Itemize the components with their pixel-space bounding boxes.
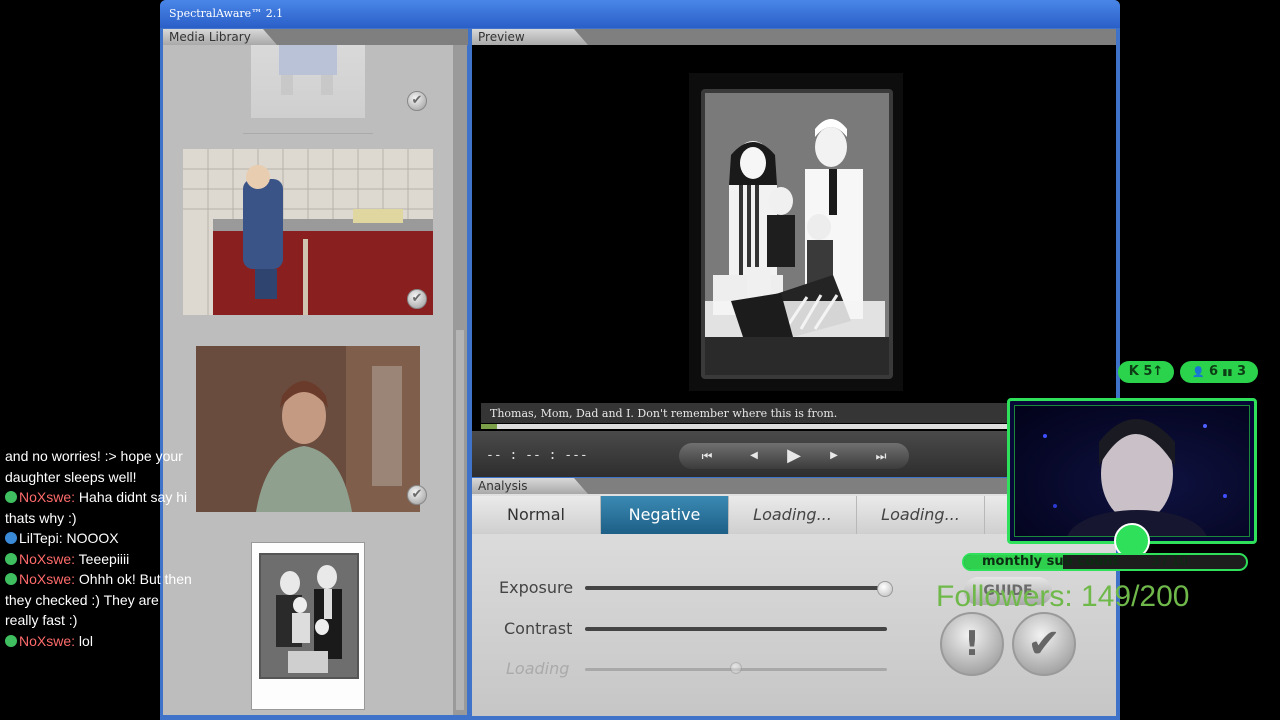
stat-badge: K 5↑	[1118, 361, 1174, 383]
badge-icon	[5, 532, 17, 544]
exclamation-icon: !	[964, 624, 980, 664]
checkmark-icon[interactable]: ✔	[407, 289, 427, 309]
sub-badge-icon	[5, 491, 17, 503]
sub-badge-icon	[5, 552, 17, 565]
stream-chat: and no worries! :> hope your daughter sl…	[5, 446, 195, 651]
rewind-button[interactable]: ⏮	[690, 445, 724, 467]
chat-username: NoXswe:	[19, 571, 76, 587]
checkmark-icon: ✔	[1027, 621, 1061, 667]
sub-goal-label: monthly sub count	[982, 554, 1119, 569]
play-button[interactable]: ▶	[778, 445, 810, 467]
library-item-thumbnail[interactable]	[183, 149, 433, 315]
tab-loading-1[interactable]: Loading...	[729, 496, 857, 534]
library-item-thumbnail[interactable]	[251, 542, 365, 710]
contrast-label: Contrast	[504, 619, 573, 638]
photo-caption: Thomas, Mom, Dad and I. Don't remember w…	[481, 403, 1007, 423]
library-scrollbar-thumb[interactable]	[456, 330, 464, 710]
analysis-tab: Analysis	[472, 478, 588, 494]
arrow-up-icon: ↑	[1152, 364, 1164, 379]
next-button[interactable]: ▶	[820, 445, 848, 467]
tab-loading-2[interactable]: Loading...	[857, 496, 985, 534]
user-icon: 👤	[1191, 367, 1205, 378]
next-icon: ▶	[830, 450, 838, 461]
preview-panel	[472, 45, 1116, 439]
preview-tab: Preview	[472, 29, 588, 45]
sub-badge-icon	[5, 573, 17, 585]
negative-photo	[689, 73, 903, 391]
preview-viewport	[481, 45, 1109, 405]
media-library-tab: Media Library	[163, 29, 277, 45]
divider	[243, 133, 373, 134]
previous-icon: ◀	[750, 450, 758, 461]
followers-goal: Followers: 149/200	[936, 580, 1190, 613]
library-item-thumbnail[interactable]	[196, 346, 420, 512]
alert-button[interactable]: !	[940, 612, 1004, 676]
screen: SpectralAware™ 2.1 Media Library Preview…	[0, 0, 1280, 720]
chat-message: and no worries! :> hope your daughter sl…	[5, 446, 195, 487]
k-icon: K	[1128, 364, 1139, 379]
chat-username: NoXswe:	[19, 550, 76, 567]
confirm-button[interactable]: ✔	[1012, 612, 1076, 676]
checkmark-icon[interactable]: ✔	[407, 91, 427, 111]
tab-negative[interactable]: Negative	[601, 496, 729, 534]
checkmark-icon[interactable]: ✔	[407, 485, 427, 505]
chat-username: NoXswe:	[19, 632, 76, 649]
chat-text: lol	[78, 632, 93, 649]
stat-value: 6	[1208, 364, 1218, 379]
bar-chart-icon: ▮▮	[1222, 368, 1233, 378]
loading-slider-label: Loading	[506, 659, 570, 678]
chat-message: NoXswe: Ohhh ok! But then they checked :…	[5, 569, 195, 631]
sub-goal-bar: monthly sub count 3 / 10	[962, 553, 1248, 571]
window-title: SpectralAware™ 2.1	[160, 0, 1120, 28]
contrast-slider[interactable]	[585, 627, 887, 631]
media-library-list[interactable]: ✔ ✔ ✔	[163, 45, 453, 715]
previous-button[interactable]: ◀	[740, 445, 768, 467]
seek-bar[interactable]	[481, 424, 1007, 429]
chat-username: NoXswe:	[19, 489, 76, 505]
chat-text: NOOOX	[66, 530, 119, 546]
chat-message: NoXswe: lol	[5, 631, 195, 652]
chat-message: NoXswe: Teeepiiii	[5, 549, 195, 570]
sub-badge-icon	[5, 634, 17, 647]
stat-value: 3	[1236, 364, 1247, 379]
exposure-slider[interactable]	[585, 586, 885, 590]
fast-forward-icon: ⏭	[875, 449, 887, 463]
chat-text: Teeepiiii	[78, 550, 130, 567]
tab-normal[interactable]: Normal	[472, 496, 601, 534]
rewind-icon: ⏮	[701, 449, 713, 463]
seek-bar-fill	[481, 424, 497, 429]
loading-slider-handle[interactable]	[730, 662, 742, 674]
stat-badge: 👤 6 ▮▮ 3	[1180, 361, 1258, 383]
timecode: -- : -- : ---	[486, 448, 588, 463]
fast-forward-button[interactable]: ⏭	[864, 445, 898, 467]
chat-text: and no worries! :> hope your daughter sl…	[5, 448, 183, 485]
chat-username: LilTepi:	[19, 530, 63, 546]
chat-message: LilTepi: NOOOX	[5, 528, 195, 549]
chat-message: NoXswe: Haha didnt say hi thats why :)	[5, 487, 195, 528]
webcam-frame	[1007, 398, 1257, 559]
exposure-slider-handle[interactable]	[877, 581, 893, 597]
webcam-feed	[1014, 405, 1250, 537]
exposure-label: Exposure	[499, 578, 574, 597]
play-icon: ▶	[787, 445, 801, 466]
library-item-thumbnail[interactable]	[251, 45, 365, 118]
sub-goal-count: 3 / 10	[1150, 554, 1188, 569]
